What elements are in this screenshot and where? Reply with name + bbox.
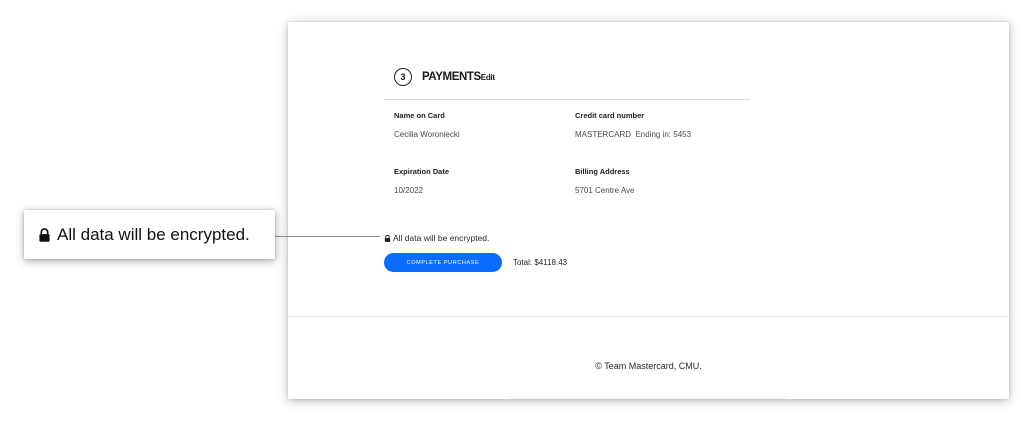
billing-address-field: Billing Address 5701 Centre Ave xyxy=(575,167,634,195)
credit-card-number-field: Credit card number MASTERCARD Ending in:… xyxy=(575,111,691,139)
name-on-card-label: Name on Card xyxy=(394,111,445,120)
callout-text: All data will be encrypted. xyxy=(57,224,250,244)
section-divider xyxy=(384,99,750,100)
name-on-card-value: Cecilia Woroniecki xyxy=(394,130,460,139)
credit-card-number-label: Credit card number xyxy=(575,111,645,120)
payments-title: PAYMENTSEdit xyxy=(422,71,495,83)
expiration-date-field: Expiration Date 10/2022 xyxy=(394,167,449,195)
payments-step-header: 3 PAYMENTSEdit xyxy=(394,68,495,86)
lock-icon xyxy=(384,234,391,242)
name-on-card-field: Name on Card Cecilia Woroniecki xyxy=(394,111,460,139)
expiration-date-label: Expiration Date xyxy=(394,167,450,176)
edit-link[interactable]: Edit xyxy=(481,73,495,82)
lock-icon xyxy=(39,227,50,242)
expiration-date-value: 10/2022 xyxy=(394,186,423,195)
encryption-note: All data will be encrypted. xyxy=(384,233,489,243)
footer-divider xyxy=(288,316,1009,317)
encryption-callout: All data will be encrypted. xyxy=(24,210,275,259)
billing-address-label: Billing Address xyxy=(575,167,630,176)
encryption-note-text: All data will be encrypted. xyxy=(393,233,490,243)
complete-purchase-button[interactable]: COMPLETE PURCHASE xyxy=(384,253,502,272)
step-number-badge: 3 xyxy=(394,68,412,86)
credit-card-number-value: MASTERCARD Ending in: 5453 xyxy=(575,130,692,139)
order-total: Total: $4118.43 xyxy=(513,258,568,267)
footer-copyright: © Team Mastercard, CMU. xyxy=(595,361,702,371)
checkout-page: 3 PAYMENTSEdit Name on Card Cecilia Woro… xyxy=(288,22,1009,399)
callout-connector-line xyxy=(275,236,380,237)
billing-address-value: 5701 Centre Ave xyxy=(575,186,635,195)
bottom-shadow xyxy=(508,392,788,399)
